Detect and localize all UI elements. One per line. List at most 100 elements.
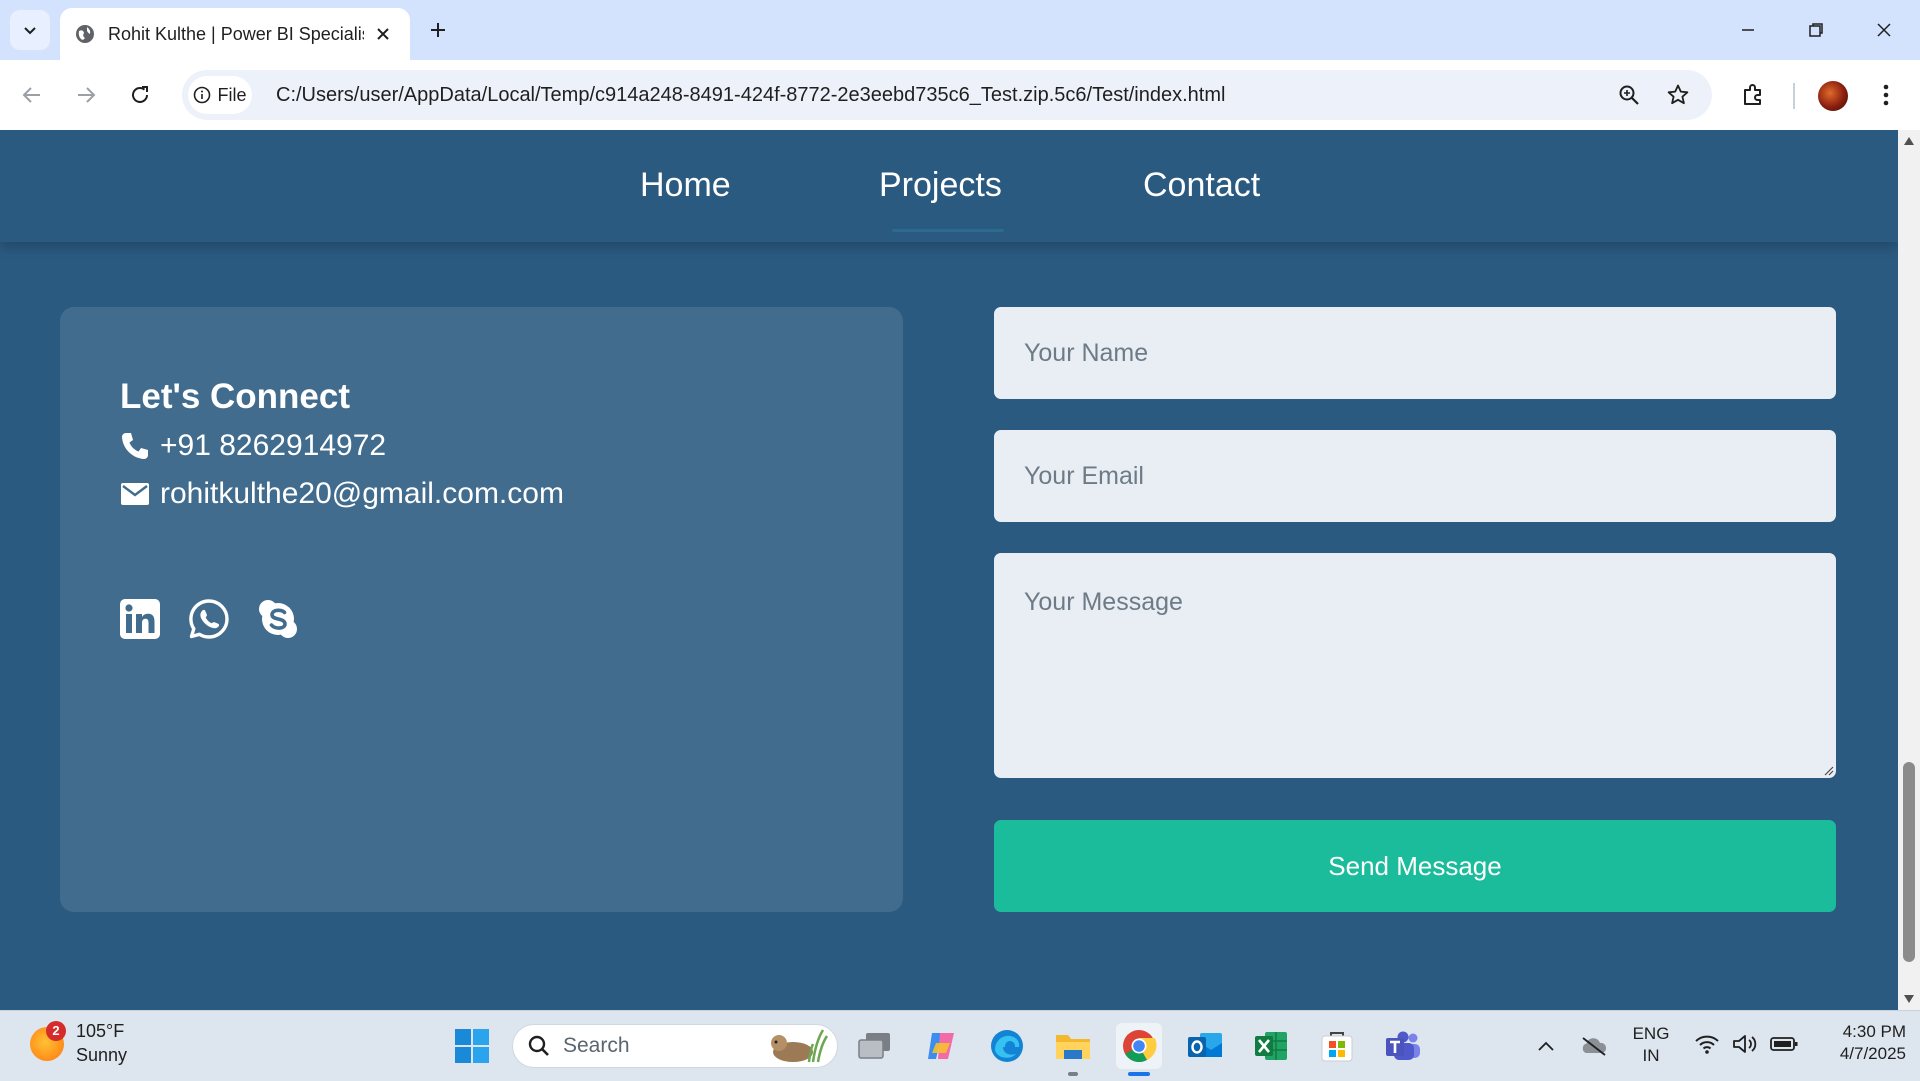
weather-temperature[interactable]: 105°F <box>76 1021 124 1042</box>
chevron-up-icon <box>1538 1041 1554 1051</box>
nav-link-home[interactable]: Home <box>640 166 731 205</box>
name-input[interactable] <box>994 307 1836 399</box>
email-input[interactable] <box>994 430 1836 522</box>
scroll-thumb[interactable] <box>1903 762 1915 962</box>
textarea-resize-handle[interactable] <box>1822 764 1834 776</box>
profile-avatar[interactable] <box>1818 81 1848 111</box>
language-indicator[interactable]: ENG IN <box>1624 1023 1678 1067</box>
outlook-button[interactable] <box>1182 1023 1228 1069</box>
extensions-icon[interactable] <box>1735 77 1771 113</box>
nav-link-projects[interactable]: Projects <box>879 166 1002 205</box>
send-message-button[interactable]: Send Message <box>994 820 1836 912</box>
url-text[interactable]: C:/Users/user/AppData/Local/Temp/c914a24… <box>276 70 1225 120</box>
restore-icon <box>1809 23 1823 37</box>
clock-date: 4/7/2025 <box>1839 1044 1906 1063</box>
minimize-button[interactable] <box>1728 14 1768 46</box>
onedrive-button[interactable] <box>1572 1023 1616 1069</box>
chrome-button[interactable] <box>1116 1023 1162 1069</box>
store-button[interactable] <box>1314 1023 1360 1069</box>
phone-line: +91 8262914972 <box>120 429 386 463</box>
site-info-chip[interactable]: File <box>188 76 252 114</box>
start-button[interactable] <box>449 1023 495 1069</box>
weather-badge: 2 <box>46 1021 66 1041</box>
browser-tab[interactable]: Rohit Kulthe | Power BI Specialis <box>60 8 410 60</box>
weather-condition[interactable]: Sunny <box>76 1045 127 1066</box>
page-content: Home Projects Contact Let's Connect +91 … <box>0 130 1898 1010</box>
wifi-icon <box>1695 1035 1719 1054</box>
cloud-offline-icon <box>1582 1037 1607 1056</box>
card-heading: Let's Connect <box>120 377 351 416</box>
reload-button[interactable] <box>122 77 158 113</box>
linkedin-icon[interactable] <box>118 597 162 641</box>
envelope-icon <box>121 483 149 505</box>
phone-number: +91 8262914972 <box>160 429 387 462</box>
info-icon <box>194 86 211 104</box>
clock-time: 4:30 PM <box>1842 1022 1906 1041</box>
forward-button[interactable] <box>68 77 104 113</box>
nav-active-underline <box>892 229 1004 232</box>
store-icon <box>1321 1032 1353 1062</box>
reload-icon <box>132 86 148 103</box>
show-hidden-icons-button[interactable] <box>1524 1023 1568 1069</box>
email-line: rohitkulthe20@gmail.com.com <box>120 477 564 511</box>
search-icon <box>528 1035 549 1056</box>
search-highlight-badger-icon <box>771 1029 829 1063</box>
bookmark-star-icon[interactable] <box>1663 80 1693 110</box>
copilot-button[interactable] <box>918 1023 964 1069</box>
new-tab-button[interactable] <box>424 16 452 44</box>
nav-link-contact[interactable]: Contact <box>1143 166 1260 205</box>
toolbar-separator <box>1793 83 1795 109</box>
whatsapp-icon[interactable] <box>187 597 231 641</box>
explorer-running-indicator <box>1068 1072 1078 1076</box>
language-line1: ENG <box>1632 1024 1670 1043</box>
tab-title: Rohit Kulthe | Power BI Specialis <box>108 23 364 44</box>
task-view-button[interactable] <box>852 1023 898 1069</box>
site-navbar: Home Projects Contact <box>0 130 1898 242</box>
file-explorer-button[interactable] <box>1050 1023 1096 1069</box>
scroll-up-icon[interactable] <box>1903 136 1915 146</box>
contact-info-card: Let's Connect +91 8262914972 rohitkulthe… <box>60 307 903 912</box>
back-button[interactable] <box>14 77 50 113</box>
page-scrollbar[interactable] <box>1898 130 1920 1010</box>
teams-icon <box>1386 1031 1420 1060</box>
folder-icon <box>1056 1035 1090 1059</box>
battery-icon <box>1770 1037 1798 1051</box>
arrow-right-icon <box>78 87 96 103</box>
address-bar[interactable]: File C:/Users/user/AppData/Local/Temp/c9… <box>182 70 1712 120</box>
windows-taskbar: 2 105°F Sunny Search ENG IN 4:30 PM 4/7/… <box>0 1010 1920 1081</box>
quick-settings-button[interactable] <box>1694 1033 1798 1055</box>
phone-icon <box>122 433 148 459</box>
email-address[interactable]: rohitkulthe20@gmail.com.com <box>160 477 564 511</box>
close-window-button[interactable] <box>1864 14 1904 46</box>
plus-icon <box>431 23 445 37</box>
skype-icon[interactable] <box>256 597 300 641</box>
browser-tab-strip: Rohit Kulthe | Power BI Specialis <box>0 0 1920 60</box>
chevron-down-icon <box>24 27 36 35</box>
teams-button[interactable] <box>1380 1023 1426 1069</box>
task-view-icon <box>858 1033 890 1059</box>
site-chip-label: File <box>217 84 247 105</box>
excel-button[interactable] <box>1248 1023 1294 1069</box>
excel-icon <box>1255 1032 1287 1060</box>
search-label: Search <box>563 1034 630 1057</box>
globe-icon <box>76 25 94 43</box>
edge-icon <box>991 1030 1023 1062</box>
restore-button[interactable] <box>1796 14 1836 46</box>
zoom-icon[interactable] <box>1614 80 1644 110</box>
clock[interactable]: 4:30 PM 4/7/2025 <box>1810 1021 1906 1065</box>
scroll-down-icon[interactable] <box>1903 994 1915 1004</box>
arrow-left-icon <box>22 87 40 103</box>
copilot-icon <box>928 1033 954 1059</box>
tab-search-button[interactable] <box>10 10 50 50</box>
edge-button[interactable] <box>984 1023 1030 1069</box>
message-textarea[interactable] <box>994 553 1836 778</box>
chrome-icon <box>1123 1030 1157 1063</box>
volume-icon <box>1733 1035 1757 1053</box>
outlook-icon <box>1188 1033 1222 1057</box>
close-tab-icon[interactable] <box>372 23 394 45</box>
taskbar-search[interactable]: Search <box>512 1024 838 1068</box>
minimize-icon <box>1742 29 1754 31</box>
chrome-menu-icon[interactable] <box>1868 77 1904 113</box>
chrome-active-indicator <box>1128 1072 1150 1076</box>
browser-toolbar: File C:/Users/user/AppData/Local/Temp/c9… <box>0 60 1920 130</box>
